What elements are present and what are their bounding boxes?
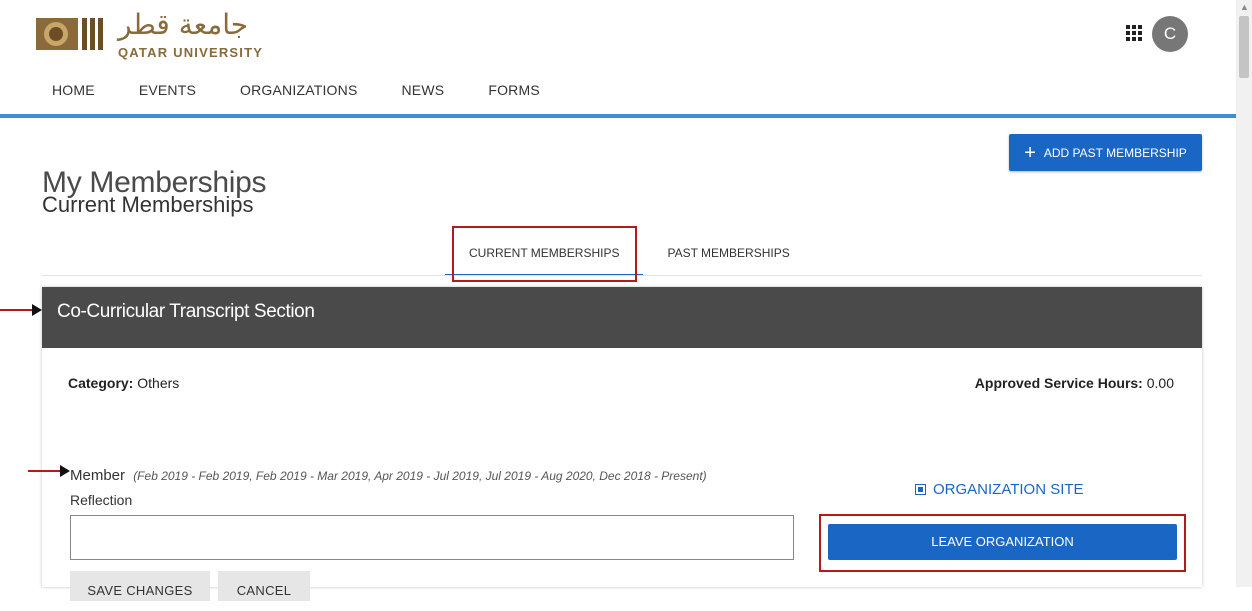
service-hours-field: Approved Service Hours: 0.00 <box>975 375 1174 391</box>
external-link-icon <box>915 484 926 495</box>
reflection-label: Reflection <box>70 492 133 508</box>
add-past-membership-label: ADD PAST MEMBERSHIP <box>1043 145 1187 160</box>
card-header: Co-Curricular Transcript Section <box>42 287 1202 348</box>
save-changes-button[interactable]: SAVE CHANGES <box>70 571 210 601</box>
section-annotation-arrow-icon <box>0 304 42 316</box>
add-past-membership-button[interactable]: + ADD PAST MEMBERSHIP <box>1009 134 1202 171</box>
category-field: Category: Others <box>68 375 179 391</box>
nav-item-organizations[interactable]: ORGANIZATIONS <box>218 70 379 116</box>
service-hours-label: Approved Service Hours: <box>974 375 1143 391</box>
vertical-scrollbar[interactable]: ▲ <box>1236 0 1252 587</box>
category-label: Category: <box>68 375 134 391</box>
user-avatar[interactable]: C <box>1152 16 1188 52</box>
member-role: Member <box>70 467 126 484</box>
category-value: Others <box>137 375 180 391</box>
nav-item-forms[interactable]: FORMS <box>466 70 562 116</box>
qatar-university-logo[interactable]: جامعة قطر QATAR UNIVERSITY <box>36 8 276 62</box>
apps-grid-icon[interactable] <box>1126 25 1142 41</box>
university-emblem-icon <box>36 18 103 50</box>
leave-button-annotation-box <box>819 514 1186 572</box>
logo-arabic-text: جامعة قطر <box>118 8 249 41</box>
member-dates: (Feb 2019 - Feb 2019, Feb 2019 - Mar 201… <box>133 469 707 483</box>
organization-site-link[interactable]: ORGANIZATION SITE <box>915 481 1084 498</box>
nav-item-events[interactable]: EVENTS <box>117 70 218 116</box>
organization-site-label: ORGANIZATION SITE <box>933 481 1084 498</box>
cancel-button[interactable]: CANCEL <box>218 571 310 601</box>
current-tab-annotation-box <box>452 226 637 282</box>
main-nav: HOME EVENTS ORGANIZATIONS NEWS FORMS <box>30 70 562 118</box>
scrollbar-thumb[interactable] <box>1239 16 1249 78</box>
plus-icon: + <box>1024 141 1036 164</box>
tab-past-memberships[interactable]: PAST MEMBERSHIPS <box>643 232 813 274</box>
service-hours-value: 0.00 <box>1146 375 1174 391</box>
scroll-up-arrow-icon[interactable]: ▲ <box>1240 2 1249 12</box>
member-role-line: Member (Feb 2019 - Feb 2019, Feb 2019 - … <box>70 467 707 484</box>
nav-divider <box>0 114 1236 118</box>
page-subtitle: Current Memberships <box>42 192 254 217</box>
membership-card: Co-Curricular Transcript Section Categor… <box>42 287 1202 601</box>
nav-item-home[interactable]: HOME <box>30 70 117 118</box>
reflection-input[interactable] <box>70 515 794 560</box>
nav-item-news[interactable]: NEWS <box>380 70 467 116</box>
member-annotation-arrow-icon <box>28 465 70 477</box>
logo-english-text: QATAR UNIVERSITY <box>118 45 264 60</box>
top-header: جامعة قطر QATAR UNIVERSITY C HOME EVENTS… <box>0 0 1236 118</box>
